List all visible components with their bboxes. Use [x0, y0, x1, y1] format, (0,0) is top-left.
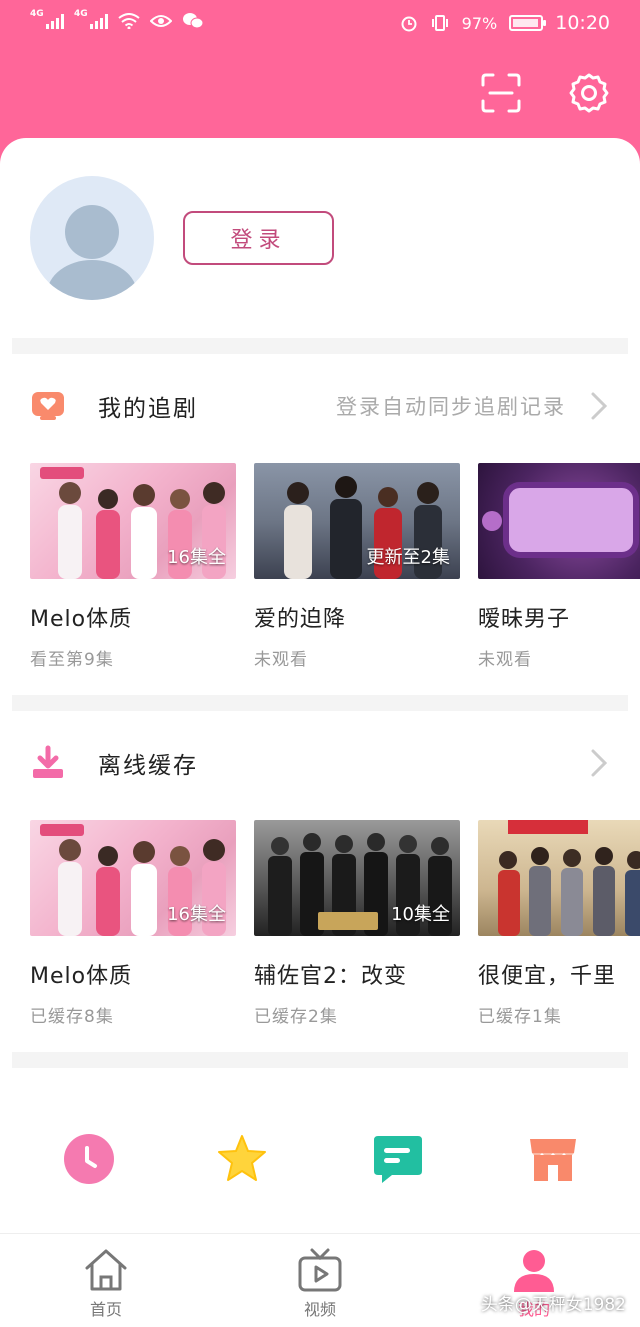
- signal-icon: 4G: [30, 9, 64, 29]
- episode-badge: 10集全: [391, 904, 450, 925]
- divider: [12, 695, 628, 711]
- watch-progress: 看至第9集: [30, 650, 114, 670]
- drama-card[interactable]: 16集全 Melo体质 看至第9集: [30, 463, 236, 670]
- bottom-tab-bar: 首页 视频 我的 头条@天秤女1982: [0, 1233, 640, 1327]
- download-icon: [33, 745, 63, 778]
- episode-badge: 更新至2集: [366, 547, 450, 568]
- sync-hint[interactable]: 登录自动同步追剧记录: [336, 391, 566, 421]
- drama-thumbnail: 10集全: [254, 820, 460, 936]
- drama-card[interactable]: 更新至2集 爱的迫降 未观看: [254, 463, 460, 670]
- divider: [12, 338, 628, 354]
- quick-links: [0, 985, 640, 1184]
- my-follow-list: 16集全 Melo体质 看至第9集 更新至2集 爱的迫降 未观看 暧昧男子 未观…: [30, 463, 640, 693]
- shop-icon[interactable]: [527, 1133, 579, 1185]
- my-follow-title: 我的追剧: [98, 396, 198, 422]
- tv-heart-icon: [32, 392, 64, 420]
- drama-card[interactable]: 15 暧昧男子 未观看: [478, 463, 640, 670]
- network-type-1: 4G: [30, 9, 44, 19]
- clock-time: 10:20: [555, 12, 610, 34]
- wifi-icon: [118, 13, 140, 29]
- drama-title: 爱的迫降: [254, 607, 347, 632]
- chevron-right-icon[interactable]: [588, 748, 610, 778]
- eye-icon: [150, 15, 172, 27]
- my-follow-header[interactable]: 我的追剧 登录自动同步追剧记录: [0, 376, 640, 436]
- drama-thumbnail: 12: [478, 820, 640, 936]
- drama-thumbnail: 更新至2集: [254, 463, 460, 579]
- vibrate-icon: [431, 15, 448, 31]
- default-avatar-icon: [47, 205, 137, 300]
- signal-icon-2: 4G: [74, 9, 108, 29]
- episode-badge: 16集全: [167, 547, 226, 568]
- battery-percent: 97%: [461, 13, 498, 33]
- tv-icon: [298, 1248, 342, 1292]
- main-panel: 登录 我的追剧 登录自动同步追剧记录 16集全 Melo体质 看至第9集 更新至…: [0, 138, 640, 1233]
- profile-section: 登录: [0, 138, 640, 338]
- drama-title: Melo体质: [30, 607, 133, 632]
- top-actions: [480, 72, 610, 114]
- chevron-right-icon[interactable]: [588, 391, 610, 421]
- tab-label: 首页: [89, 1300, 122, 1319]
- home-icon: [85, 1249, 127, 1291]
- status-bar: 4G 4G 97% 10:20: [0, 0, 640, 48]
- tab-home[interactable]: 首页: [46, 1246, 166, 1320]
- offline-title: 离线缓存: [98, 753, 198, 779]
- drama-thumbnail: 16集全: [30, 820, 236, 936]
- offline-header[interactable]: 离线缓存: [0, 733, 640, 793]
- watch-progress: 未观看: [478, 650, 532, 670]
- drama-thumbnail: 15: [478, 463, 640, 579]
- history-icon[interactable]: [63, 1133, 115, 1185]
- episode-badge: 16集全: [167, 904, 226, 925]
- watch-progress: 未观看: [254, 650, 308, 670]
- message-icon[interactable]: [372, 1133, 424, 1185]
- wechat-icon: [183, 13, 204, 29]
- login-button[interactable]: 登录: [183, 211, 334, 265]
- scan-icon[interactable]: [480, 72, 522, 114]
- drama-title: 暧昧男子: [478, 607, 571, 632]
- avatar[interactable]: [30, 176, 154, 300]
- user-icon: [514, 1250, 554, 1292]
- alarm-icon: [401, 16, 417, 32]
- gear-icon[interactable]: [568, 72, 610, 114]
- drama-thumbnail: 16集全: [30, 463, 236, 579]
- battery-icon: [509, 15, 547, 31]
- tab-video[interactable]: 视频: [260, 1246, 380, 1320]
- tab-label: 视频: [303, 1300, 336, 1319]
- network-type-2: 4G: [74, 9, 88, 19]
- watermark: 头条@天秤女1982: [480, 1295, 626, 1315]
- star-icon[interactable]: [216, 1133, 268, 1185]
